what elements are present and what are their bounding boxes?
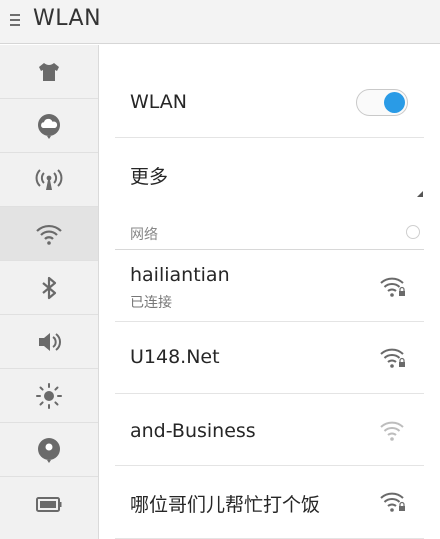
sidebar-item-display[interactable] [0, 369, 98, 423]
wlan-label: WLAN [130, 91, 188, 113]
cloud-icon [38, 114, 60, 139]
more-indicator-icon [417, 191, 423, 197]
wlan-toggle-row[interactable]: WLAN [115, 45, 424, 138]
bluetooth-icon [42, 276, 57, 300]
tshirt-icon [39, 63, 59, 81]
wifi-secured-icon [380, 348, 405, 368]
sidebar-item-bluetooth[interactable] [0, 261, 98, 315]
sidebar-item-battery[interactable] [0, 477, 98, 531]
wifi-icon [36, 224, 62, 245]
networks-section-header: 网络 [115, 204, 424, 250]
sidebar-item-wlan[interactable] [0, 207, 98, 261]
network-ssid: hailiantian [130, 264, 230, 286]
network-row[interactable]: and-Business [115, 394, 424, 466]
settings-content: WLAN 更多 网络 hailiantian 已连接 U148.Net and-… [99, 45, 440, 539]
volume-icon [39, 333, 61, 351]
wifi-open-icon [380, 421, 404, 441]
network-row[interactable]: U148.Net [115, 322, 424, 394]
sidebar-item-location[interactable] [0, 423, 98, 477]
wlan-switch[interactable] [356, 89, 408, 116]
app-header: WLAN [0, 0, 440, 44]
sidebar-item-sound[interactable] [0, 315, 98, 369]
menu-icon[interactable] [10, 14, 22, 28]
brightness-icon [36, 383, 62, 409]
network-status: 已连接 [130, 295, 172, 311]
scanning-spinner-icon [406, 225, 420, 239]
sidebar-item-hotspot[interactable] [0, 153, 98, 207]
location-icon [38, 438, 60, 463]
hotspot-icon [35, 169, 63, 190]
wifi-secured-icon [380, 277, 405, 297]
network-ssid: 哪位哥们儿帮忙打个饭 [130, 494, 321, 516]
settings-sidebar [0, 45, 99, 539]
more-row[interactable]: 更多 [115, 138, 424, 204]
more-label: 更多 [130, 166, 169, 188]
battery-icon [36, 497, 62, 512]
wifi-secured-icon [380, 492, 405, 512]
sidebar-item-cloud[interactable] [0, 99, 98, 153]
sidebar-item-theme[interactable] [0, 45, 98, 99]
network-ssid: and-Business [130, 420, 256, 442]
networks-section-label: 网络 [130, 227, 158, 243]
network-ssid: U148.Net [130, 346, 220, 368]
page-title: WLAN [33, 6, 102, 31]
switch-knob [384, 92, 405, 113]
network-row[interactable]: 哪位哥们儿帮忙打个饭 [115, 466, 424, 539]
network-row[interactable]: hailiantian 已连接 [115, 250, 424, 322]
